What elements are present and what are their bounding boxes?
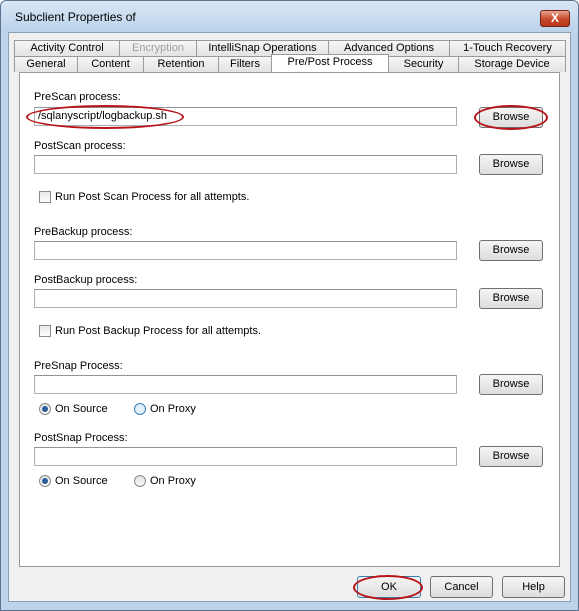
run-post-backup-all-attempts-label: Run Post Backup Process for all attempts… xyxy=(55,325,262,337)
run-post-scan-all-attempts-label: Run Post Scan Process for all attempts. xyxy=(55,191,250,203)
presnap-input[interactable] xyxy=(34,375,457,394)
postsnap-input[interactable] xyxy=(34,447,457,466)
tab-content[interactable]: Content xyxy=(77,56,144,72)
postbackup-input[interactable] xyxy=(34,289,457,308)
prebackup-input[interactable] xyxy=(34,241,457,260)
presnap-on-proxy-label: On Proxy xyxy=(150,403,196,415)
postscan-input[interactable] xyxy=(34,155,457,174)
postsnap-on-source-label: On Source xyxy=(55,475,108,487)
postsnap-on-source-radio[interactable] xyxy=(39,475,51,487)
presnap-on-source-radio[interactable] xyxy=(39,403,51,415)
presnap-on-source-label: On Source xyxy=(55,403,108,415)
postscan-label: PostScan process: xyxy=(34,140,126,152)
postsnap-on-proxy-label: On Proxy xyxy=(150,475,196,487)
postsnap-label: PostSnap Process: xyxy=(34,432,128,444)
title-bar[interactable]: Subclient Properties of X xyxy=(1,1,578,31)
subclient-properties-dialog: Subclient Properties of X Activity Contr… xyxy=(0,0,579,611)
postsnap-browse-button[interactable]: Browse xyxy=(479,446,543,467)
tab-filters[interactable]: Filters xyxy=(218,56,272,72)
prebackup-label: PreBackup process: xyxy=(34,226,133,238)
cancel-button[interactable]: Cancel xyxy=(430,576,493,598)
postsnap-on-proxy-radio[interactable] xyxy=(134,475,146,487)
run-post-backup-all-attempts-checkbox[interactable] xyxy=(39,325,51,337)
close-icon: X xyxy=(550,11,559,25)
tab-1-touch-recovery[interactable]: 1-Touch Recovery xyxy=(449,40,566,56)
tab-general[interactable]: General xyxy=(14,56,78,72)
ok-button[interactable]: OK xyxy=(357,576,421,598)
postbackup-label: PostBackup process: xyxy=(34,274,138,286)
window-title: Subclient Properties of xyxy=(15,10,136,24)
prescan-input[interactable]: /sqlanyscript/logbackup.sh xyxy=(34,107,457,126)
prescan-browse-button[interactable]: Browse xyxy=(479,107,543,128)
postbackup-browse-button[interactable]: Browse xyxy=(479,288,543,309)
postscan-browse-button[interactable]: Browse xyxy=(479,154,543,175)
close-button[interactable]: X xyxy=(540,10,570,27)
presnap-on-proxy-radio[interactable] xyxy=(134,403,146,415)
prebackup-browse-button[interactable]: Browse xyxy=(479,240,543,261)
presnap-label: PreSnap Process: xyxy=(34,360,123,372)
tab-activity-control[interactable]: Activity Control xyxy=(14,40,120,56)
tab-storage-device[interactable]: Storage Device xyxy=(458,56,566,72)
tab-security[interactable]: Security xyxy=(388,56,459,72)
tab-retention[interactable]: Retention xyxy=(143,56,219,72)
help-button[interactable]: Help xyxy=(502,576,565,598)
tab-pre-post-process[interactable]: Pre/Post Process xyxy=(271,54,389,72)
run-post-scan-all-attempts-checkbox[interactable] xyxy=(39,191,51,203)
tab-encryption: Encryption xyxy=(119,40,197,56)
presnap-browse-button[interactable]: Browse xyxy=(479,374,543,395)
prescan-label: PreScan process: xyxy=(34,91,121,103)
